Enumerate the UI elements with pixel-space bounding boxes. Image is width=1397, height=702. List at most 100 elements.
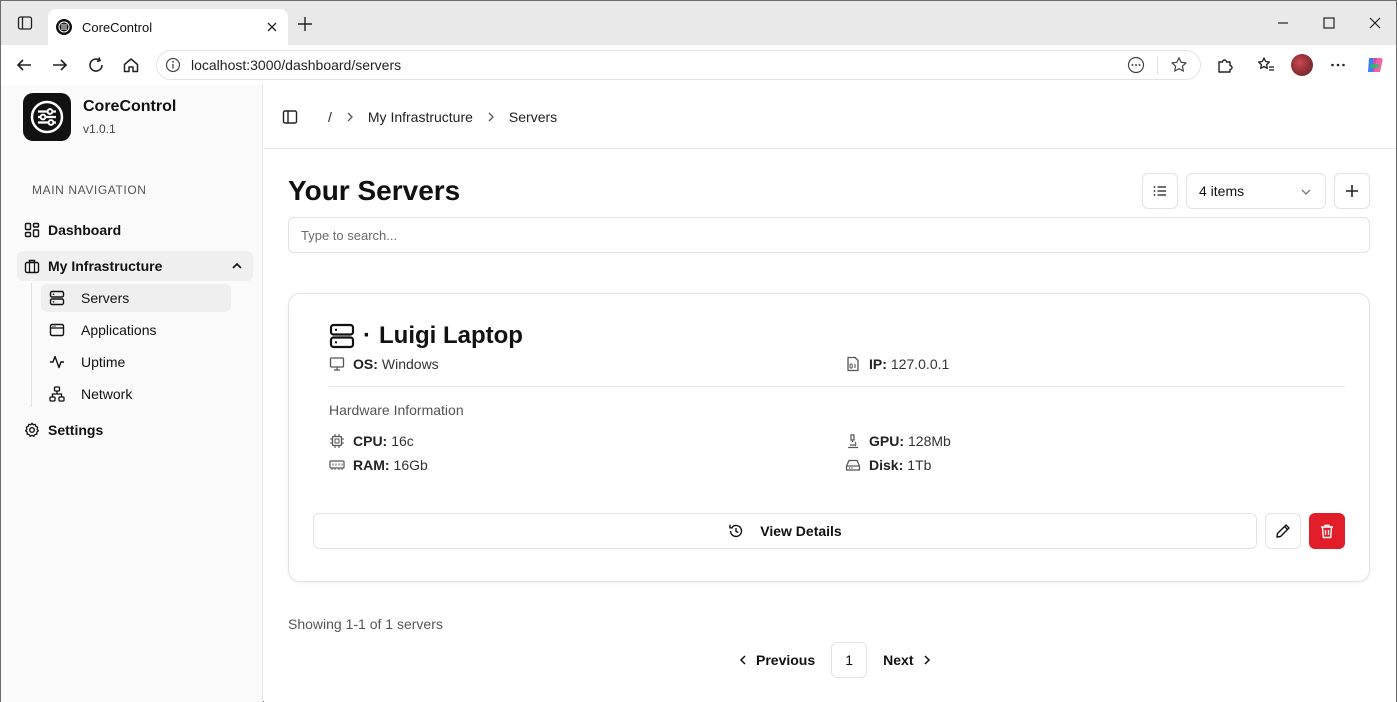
list-icon [1152,183,1168,199]
hard-drive-icon [845,457,861,473]
next-page-button[interactable]: Next [873,642,943,678]
omnibox-divider [1157,56,1158,74]
activity-icon [49,354,65,370]
browser-tab[interactable]: CoreControl [48,9,288,45]
ram-label: RAM: [353,457,390,473]
gpu-value: 128Mb [908,433,951,449]
server-icon [49,290,65,306]
tab-title: CoreControl [82,19,153,35]
page-title: Your Servers [288,175,461,206]
sidebar-item-network[interactable]: Network [41,380,231,408]
brand[interactable]: CoreControl v1.0.1 [23,93,176,141]
search-input[interactable] [288,217,1370,253]
sidebar-item-settings[interactable]: Settings [17,415,253,445]
tab-actions-icon[interactable] [15,13,35,33]
sidebar-item-label: Settings [48,422,104,438]
corecontrol-favicon-icon [56,19,72,35]
chevron-down-icon [1299,185,1313,199]
chevron-right-icon [920,653,934,667]
sidebar-item-my-infrastructure[interactable]: My Infrastructure [17,251,253,281]
reload-icon[interactable] [86,55,106,75]
copilot-icon[interactable] [1365,55,1385,75]
sidebar: CoreControl v1.0.1 MAIN NAVIGATION Dashb… [1,85,263,702]
chevron-up-icon[interactable] [229,258,245,274]
maximize-icon[interactable] [1321,15,1337,31]
sidebar-item-dashboard[interactable]: Dashboard [17,215,253,245]
profile-avatar[interactable] [1291,54,1313,76]
favorite-star-icon[interactable] [1170,56,1188,74]
submenu-guide-line [31,283,32,407]
chevron-left-icon [736,653,750,667]
title-separator: · [363,322,371,349]
more-options-icon[interactable] [1328,55,1348,75]
server-ip: IP: 127.0.0.1 [845,356,949,372]
sidebar-item-uptime[interactable]: Uptime [41,348,231,376]
trash-icon [1319,523,1335,539]
extensions-icon[interactable] [1215,55,1235,75]
pagination-summary: Showing 1-1 of 1 servers [288,616,443,632]
view-details-button[interactable]: View Details [313,513,1257,549]
sidebar-item-applications[interactable]: Applications [41,316,231,344]
close-tab-icon[interactable] [264,19,280,35]
ram-value: 16Gb [393,457,428,473]
server-card-title: · Luigi Laptop [329,322,523,350]
file-digit-icon [845,356,861,372]
sidebar-item-label: My Infrastructure [48,258,163,274]
cpu-value: 16c [391,433,414,449]
briefcase-icon [24,258,40,274]
address-bar[interactable]: localhost:3000/dashboard/servers [156,50,1201,80]
server-gpu: GPU: 128Mb [845,433,951,449]
previous-page-button[interactable]: Previous [726,642,825,678]
delete-server-button[interactable] [1309,513,1345,549]
server-card: · Luigi Laptop OS: Windows IP: 127.0.0.1… [288,293,1370,582]
browser-tab-bar: CoreControl [1,1,1396,45]
main-content: / My Infrastructure Servers Your Servers… [264,85,1396,702]
breadcrumb-current: Servers [508,109,558,125]
sidebar-item-label: Uptime [81,354,126,370]
browser-toolbar: localhost:3000/dashboard/servers [1,45,1396,85]
breadcrumb-infrastructure[interactable]: My Infrastructure [368,109,473,125]
edit-server-button[interactable] [1265,513,1301,549]
corecontrol-logo-icon [23,93,71,141]
list-view-button[interactable] [1142,173,1178,209]
sidebar-toggle-icon[interactable] [282,109,298,125]
server-os: OS: Windows [329,356,439,372]
forward-icon[interactable] [50,55,70,75]
app-name: CoreControl [83,98,177,115]
sidebar-item-label: Applications [81,322,157,338]
breadcrumb-root[interactable]: / [328,109,332,125]
home-icon[interactable] [121,55,141,75]
gpu-label: GPU: [869,433,904,449]
app-version: v1.0.1 [83,122,116,136]
ip-label: IP: [869,356,887,372]
new-tab-icon[interactable] [297,16,313,32]
minimize-icon[interactable] [1275,15,1291,31]
favorites-list-icon[interactable] [1256,55,1276,75]
memory-stick-icon [329,457,345,473]
network-icon [49,386,65,402]
monitor-icon [329,356,345,372]
view-details-label: View Details [760,523,842,539]
server-ram: RAM: 16Gb [329,457,428,473]
card-divider [329,386,1345,387]
dashboard-icon [24,222,40,238]
page-number-button[interactable]: 1 [831,642,868,678]
disk-label: Disk: [869,457,904,473]
reading-mode-icon[interactable] [1127,56,1145,74]
site-info-icon[interactable] [165,57,181,73]
chevron-right-icon [344,111,356,123]
items-per-page-select[interactable]: 4 items [1186,173,1326,209]
cpu-label: CPU: [353,433,388,449]
url-text[interactable]: localhost:3000/dashboard/servers [191,57,1127,73]
back-icon[interactable] [14,55,34,75]
nav-heading: MAIN NAVIGATION [32,183,147,197]
add-server-button[interactable] [1334,173,1370,209]
hardware-heading: Hardware Information [329,402,464,418]
os-label: OS: [353,356,378,372]
cpu-icon [329,433,345,449]
close-window-icon[interactable] [1367,15,1383,31]
items-per-page-value: 4 items [1199,183,1245,199]
top-bar: / My Infrastructure Servers [264,85,1396,149]
sidebar-item-servers[interactable]: Servers [41,284,231,312]
microscope-icon [845,433,861,449]
